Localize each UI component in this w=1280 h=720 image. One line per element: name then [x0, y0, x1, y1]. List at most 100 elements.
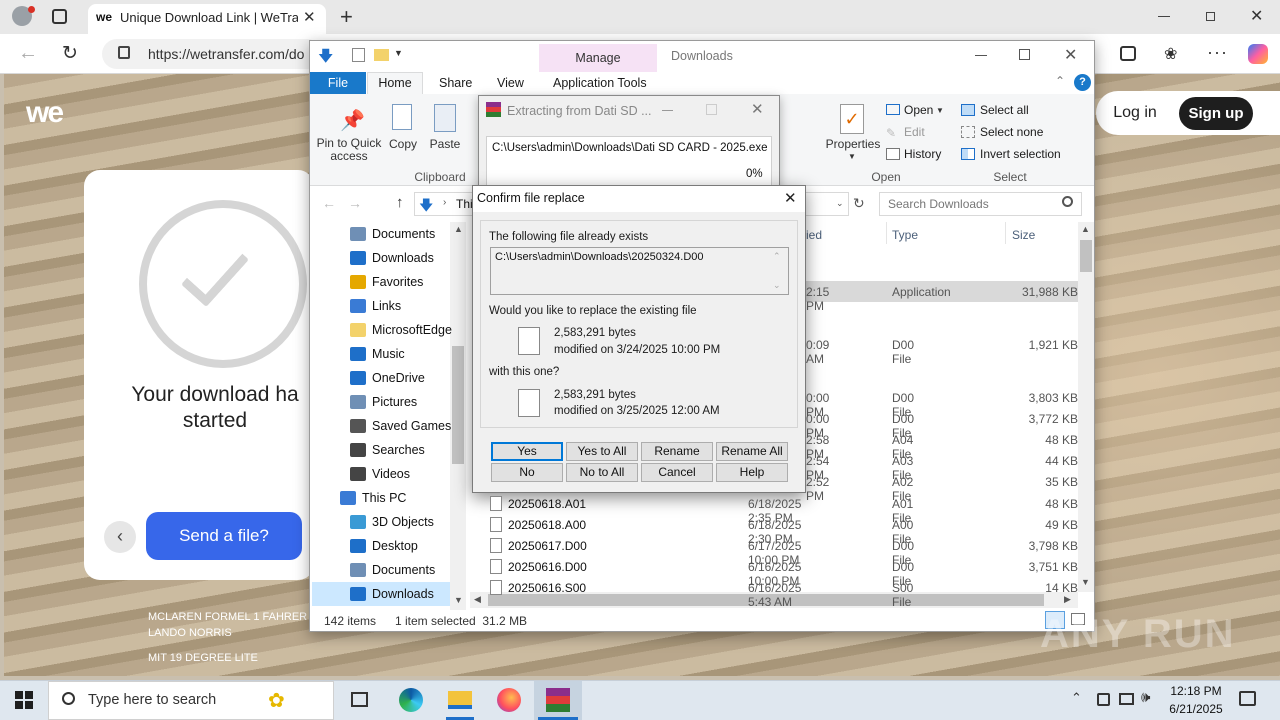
carousel-prev-button[interactable]: ‹ — [104, 521, 136, 553]
hscroll-right-icon[interactable]: ▶ — [1064, 594, 1071, 605]
start-windows-icon[interactable] — [15, 691, 33, 709]
extract-close-icon[interactable]: ✕ — [751, 100, 764, 118]
nav-item[interactable]: This PC — [340, 486, 480, 510]
open-button[interactable]: Open — [904, 103, 933, 117]
copy-button[interactable]: Copy — [386, 137, 420, 151]
copilot-icon[interactable] — [1248, 44, 1268, 64]
column-size-header[interactable]: Size — [1012, 228, 1035, 242]
app-tools-tab[interactable]: Application Tools — [553, 76, 647, 90]
notification-icon[interactable] — [1239, 691, 1256, 706]
nav-item[interactable]: MicrosoftEdge — [350, 318, 490, 342]
clock-date[interactable]: 6/21/2025 — [1166, 702, 1226, 716]
folder-qa-icon[interactable] — [374, 49, 389, 61]
path-scroll-up-icon[interactable]: ⌃ — [773, 251, 781, 262]
row-name[interactable]: 20250616.S00 — [508, 581, 586, 595]
path-refresh-icon[interactable]: ↻ — [853, 195, 865, 212]
browser-restore-icon[interactable] — [1206, 12, 1215, 21]
invert-selection-button[interactable]: Invert selection — [980, 147, 1061, 161]
path-dropdown-icon[interactable]: ⌄ — [836, 198, 844, 209]
nav-forward-icon[interactable]: → — [348, 195, 362, 211]
nav-item[interactable]: Favorites — [350, 270, 490, 294]
rename-button[interactable]: Rename — [641, 442, 713, 461]
pin-quick-access-button[interactable]: Pin to Quick access — [314, 137, 384, 163]
paste-button[interactable]: Paste — [428, 137, 462, 151]
ribbon-collapse-icon[interactable]: ⌃ — [1055, 74, 1065, 88]
confirm-close-icon[interactable]: ✕ — [784, 189, 797, 207]
list-scroll-down-icon[interactable]: ▼ — [1081, 577, 1090, 587]
nav-item[interactable]: 3D Objects — [350, 510, 490, 534]
qa-dropdown-icon[interactable]: ▼ — [394, 48, 403, 58]
nav-item[interactable]: Saved Games — [350, 414, 490, 438]
browser-minimize-icon[interactable] — [1158, 16, 1170, 17]
url-text[interactable]: https://wetransfer.com/do — [148, 46, 310, 62]
history-button[interactable]: History — [904, 147, 941, 161]
open-dropdown-icon[interactable]: ▼ — [936, 106, 944, 115]
manage-tab-header[interactable]: Manage — [539, 44, 657, 72]
path-text[interactable]: Thi — [456, 197, 473, 211]
nav-item[interactable]: Videos — [350, 462, 490, 486]
rename-all-button[interactable]: Rename All — [716, 442, 788, 461]
tab-close-icon[interactable]: ✕ — [303, 8, 316, 26]
tab-actions-icon[interactable] — [52, 9, 67, 24]
path-scroll-down-icon[interactable]: ⌄ — [773, 280, 781, 291]
help-icon[interactable]: ? — [1074, 74, 1091, 91]
tray-chevron-icon[interactable]: ⌃ — [1071, 690, 1082, 706]
send-file-button[interactable]: Send a file? — [146, 512, 302, 560]
file-tab[interactable]: File — [310, 72, 366, 94]
explorer-taskbar-icon[interactable] — [448, 691, 472, 709]
yes-button[interactable]: Yes — [491, 442, 563, 461]
explorer-minimize-icon[interactable] — [975, 55, 987, 56]
nav-item[interactable]: Downloads — [350, 246, 490, 270]
nav-item[interactable]: Links — [350, 294, 490, 318]
extensions-icon[interactable]: ❀ — [1164, 44, 1177, 64]
network-icon[interactable] — [1119, 693, 1134, 705]
column-type-header[interactable]: Type — [892, 228, 918, 242]
explorer-close-icon[interactable]: ✕ — [1064, 45, 1077, 65]
nav-back-icon[interactable]: ← — [322, 195, 336, 211]
edge-taskbar-icon[interactable] — [399, 688, 423, 712]
nav-item[interactable]: Searches — [350, 438, 490, 462]
list-scrollbar-track[interactable] — [1078, 222, 1094, 592]
firefox-taskbar-icon[interactable] — [497, 688, 521, 712]
wetransfer-logo[interactable]: we — [26, 96, 64, 130]
refresh-icon[interactable]: ↻ — [62, 42, 78, 65]
quick-access-down-icon[interactable]: 🡇 — [318, 46, 333, 71]
nav-item[interactable]: Downloads — [350, 582, 490, 606]
explorer-maximize-icon[interactable] — [1019, 49, 1030, 60]
more-menu-icon[interactable]: ··· — [1207, 42, 1228, 63]
login-button[interactable]: Log in — [1096, 91, 1174, 135]
row-name[interactable]: 20250618.A00 — [508, 518, 586, 532]
taskbar-search-input[interactable]: Type here to search — [88, 692, 216, 708]
nav-up-icon[interactable]: ↑ — [396, 194, 404, 211]
select-none-button[interactable]: Select none — [980, 125, 1043, 139]
cancel-button[interactable]: Cancel — [641, 463, 713, 482]
nav-item[interactable]: Desktop — [350, 534, 490, 558]
new-tab-icon[interactable]: + — [340, 4, 353, 30]
extract-maximize-icon[interactable] — [706, 104, 717, 115]
no-button[interactable]: No — [491, 463, 563, 482]
collections-icon[interactable] — [1120, 46, 1136, 61]
row-name[interactable]: 20250618.A01 — [508, 497, 586, 511]
share-tab[interactable]: Share — [439, 76, 472, 90]
volume-icon[interactable]: 🕪 — [1141, 689, 1150, 706]
row-name[interactable]: 20250616.D00 — [508, 560, 587, 574]
tray-device-icon[interactable] — [1097, 693, 1110, 706]
task-view-icon[interactable] — [351, 692, 368, 707]
nav-item[interactable]: Music — [350, 342, 490, 366]
list-scroll-up-icon[interactable]: ▲ — [1081, 224, 1090, 234]
home-tab[interactable]: Home — [367, 72, 423, 95]
back-icon[interactable]: ← — [18, 42, 38, 65]
properties-button[interactable]: Properties — [822, 137, 884, 151]
nav-item[interactable]: Pictures — [350, 390, 490, 414]
no-to-all-button[interactable]: No to All — [566, 463, 638, 482]
column-date-header[interactable]: ied — [806, 228, 822, 242]
clock-time[interactable]: 12:18 PM — [1170, 684, 1222, 698]
nav-item[interactable]: Documents — [350, 558, 490, 582]
signup-button[interactable]: Sign up — [1179, 97, 1253, 130]
row-name[interactable]: 20250617.D00 — [508, 539, 587, 553]
yes-to-all-button[interactable]: Yes to All — [566, 442, 638, 461]
extract-minimize-icon[interactable] — [662, 110, 673, 111]
properties-qa-icon[interactable] — [352, 48, 365, 62]
search-downloads-input[interactable]: Search Downloads — [888, 197, 989, 211]
select-all-button[interactable]: Select all — [980, 103, 1029, 117]
